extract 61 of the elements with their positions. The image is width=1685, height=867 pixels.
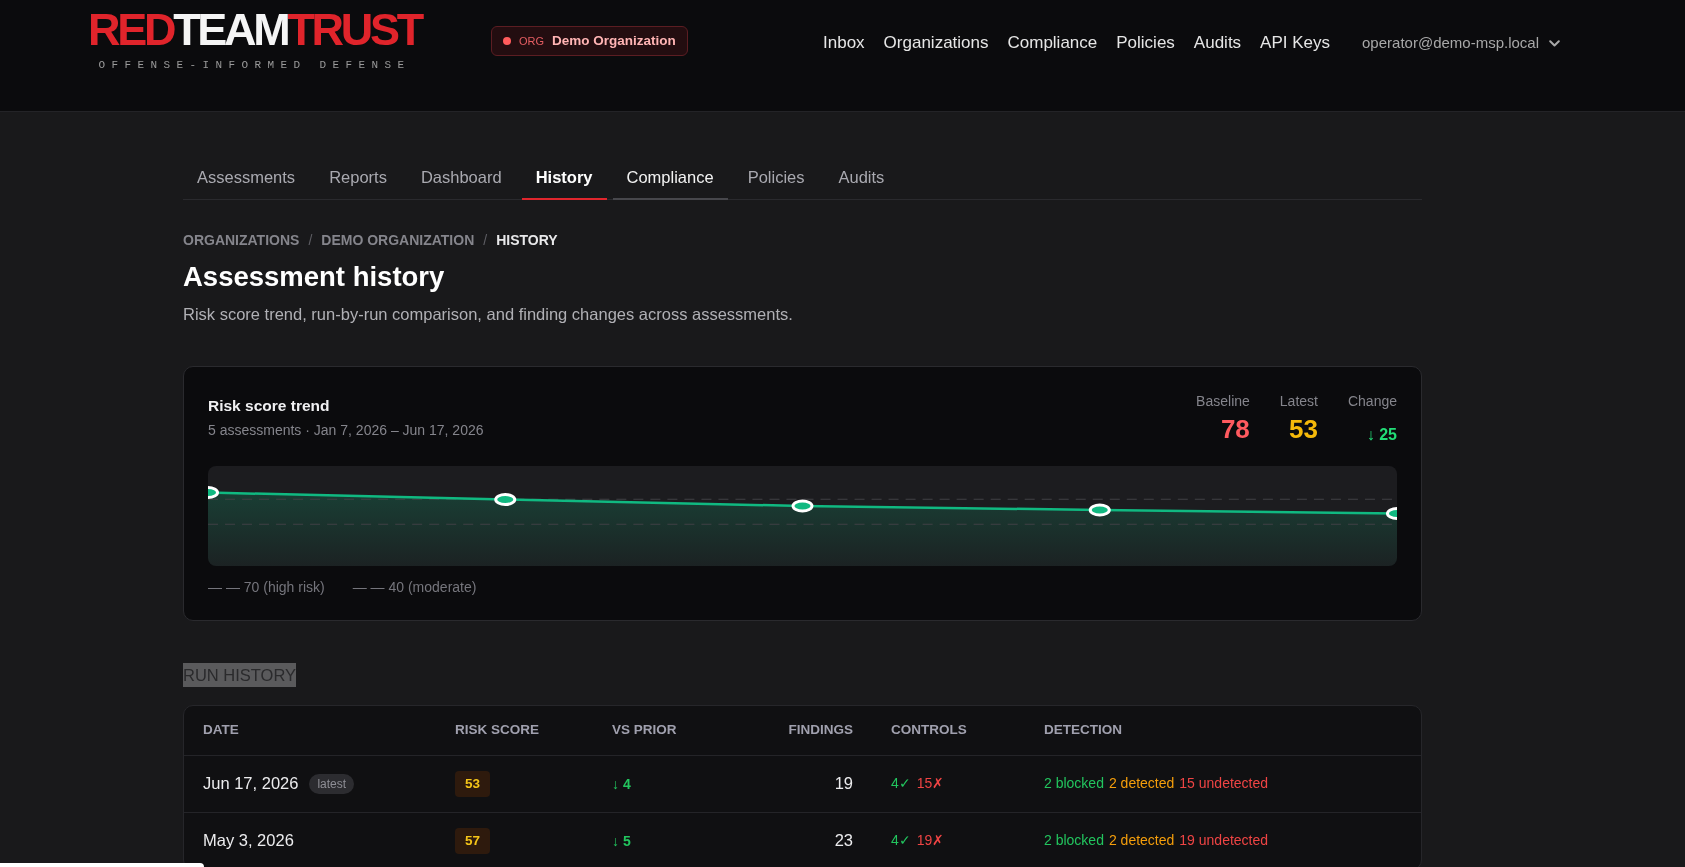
nav-link[interactable]: Audits	[1193, 31, 1242, 55]
logo-wordmark: REDTEAMTRUST	[88, 8, 421, 52]
chevron-down-icon	[1549, 39, 1560, 47]
findings-count: 23	[834, 831, 853, 850]
passed-count: 4✓	[891, 831, 911, 851]
stat-value: ↓ 25	[1365, 424, 1397, 445]
column-header: DATE	[184, 706, 436, 755]
delta-text: ↓ 4	[612, 775, 631, 792]
nav-link[interactable]: API Keys	[1260, 31, 1331, 55]
latest-badge: latest	[309, 774, 355, 794]
delta-text: ↓ 5	[612, 832, 631, 849]
nav-link[interactable]: Inbox	[823, 31, 865, 55]
card-subtitle: 5 assessments · Jan 7, 2026 – Jun 17, 2026	[208, 421, 484, 440]
breadcrumb-current: HISTORY	[496, 231, 558, 250]
breadcrumb-separator: /	[483, 231, 488, 250]
stat-value: 78	[1219, 415, 1250, 445]
card-title: Risk score trend	[208, 396, 331, 416]
org-switcher[interactable]: ORG Demo Organization	[490, 26, 688, 56]
passed-count: 4✓	[891, 774, 911, 793]
failed-count: 15✗	[916, 774, 945, 793]
blocked-count: 2 blocked	[1044, 831, 1104, 851]
detected-count: 2 detected	[1108, 831, 1175, 851]
tab[interactable]: Audits	[824, 155, 899, 200]
column-header: VS PRIOR	[593, 706, 720, 755]
date-text: Jun 17, 2026	[203, 774, 299, 792]
tab[interactable]: Assessments	[183, 155, 310, 200]
legend-label: — — 70 (high risk)	[208, 578, 325, 597]
tab[interactable]: Dashboard	[406, 155, 516, 200]
date-text: May 3, 2026	[203, 831, 294, 850]
tab[interactable]: Policies	[733, 155, 819, 200]
breadcrumb-separator: /	[308, 231, 313, 250]
findings-count: 19	[834, 774, 853, 792]
nav-link[interactable]: Compliance	[1007, 31, 1098, 55]
stat-label: Baseline	[1196, 392, 1250, 411]
user-menu[interactable]: operator@demo-msp.local	[1362, 31, 1560, 55]
page-title: Assessment history	[183, 260, 446, 294]
column-header: FINDINGS	[720, 706, 872, 755]
blocked-count: 2 blocked	[1044, 774, 1104, 793]
stat-value: 53	[1288, 415, 1318, 445]
tab[interactable]: Reports	[315, 155, 401, 200]
nav-link[interactable]: Policies	[1116, 31, 1175, 55]
column-header: RISK SCORE	[436, 706, 593, 755]
score-badge: 53	[455, 770, 491, 797]
score-badge: 57	[455, 827, 491, 854]
breadcrumb-link[interactable]: DEMO ORGANIZATION	[321, 230, 475, 250]
page-subtitle: Risk score trend, run-by-run comparison, and finding changes across assessments.	[183, 304, 794, 325]
column-header: CONTROLS	[872, 706, 1025, 755]
breadcrumb-link[interactable]: ORGANIZATIONS	[183, 230, 300, 250]
legend-label: — — 40 (moderate)	[352, 578, 477, 597]
column-header: DETECTION	[1025, 706, 1421, 755]
tab[interactable]: Compliance	[612, 155, 728, 200]
stat-label: Change	[1347, 392, 1397, 411]
nav-link[interactable]: Organizations	[883, 31, 989, 55]
status-dot-icon	[502, 37, 511, 45]
undetected-count: 15 undetected	[1179, 774, 1269, 793]
failed-count: 19✗	[916, 831, 945, 851]
detected-count: 2 detected	[1108, 774, 1175, 793]
undetected-count: 19 undetected	[1179, 831, 1269, 851]
logo-tagline: OFFENSE-INFORMED DEFENSE	[98, 58, 411, 72]
stat-label: Latest	[1279, 392, 1318, 411]
tab[interactable]: History	[521, 155, 607, 200]
